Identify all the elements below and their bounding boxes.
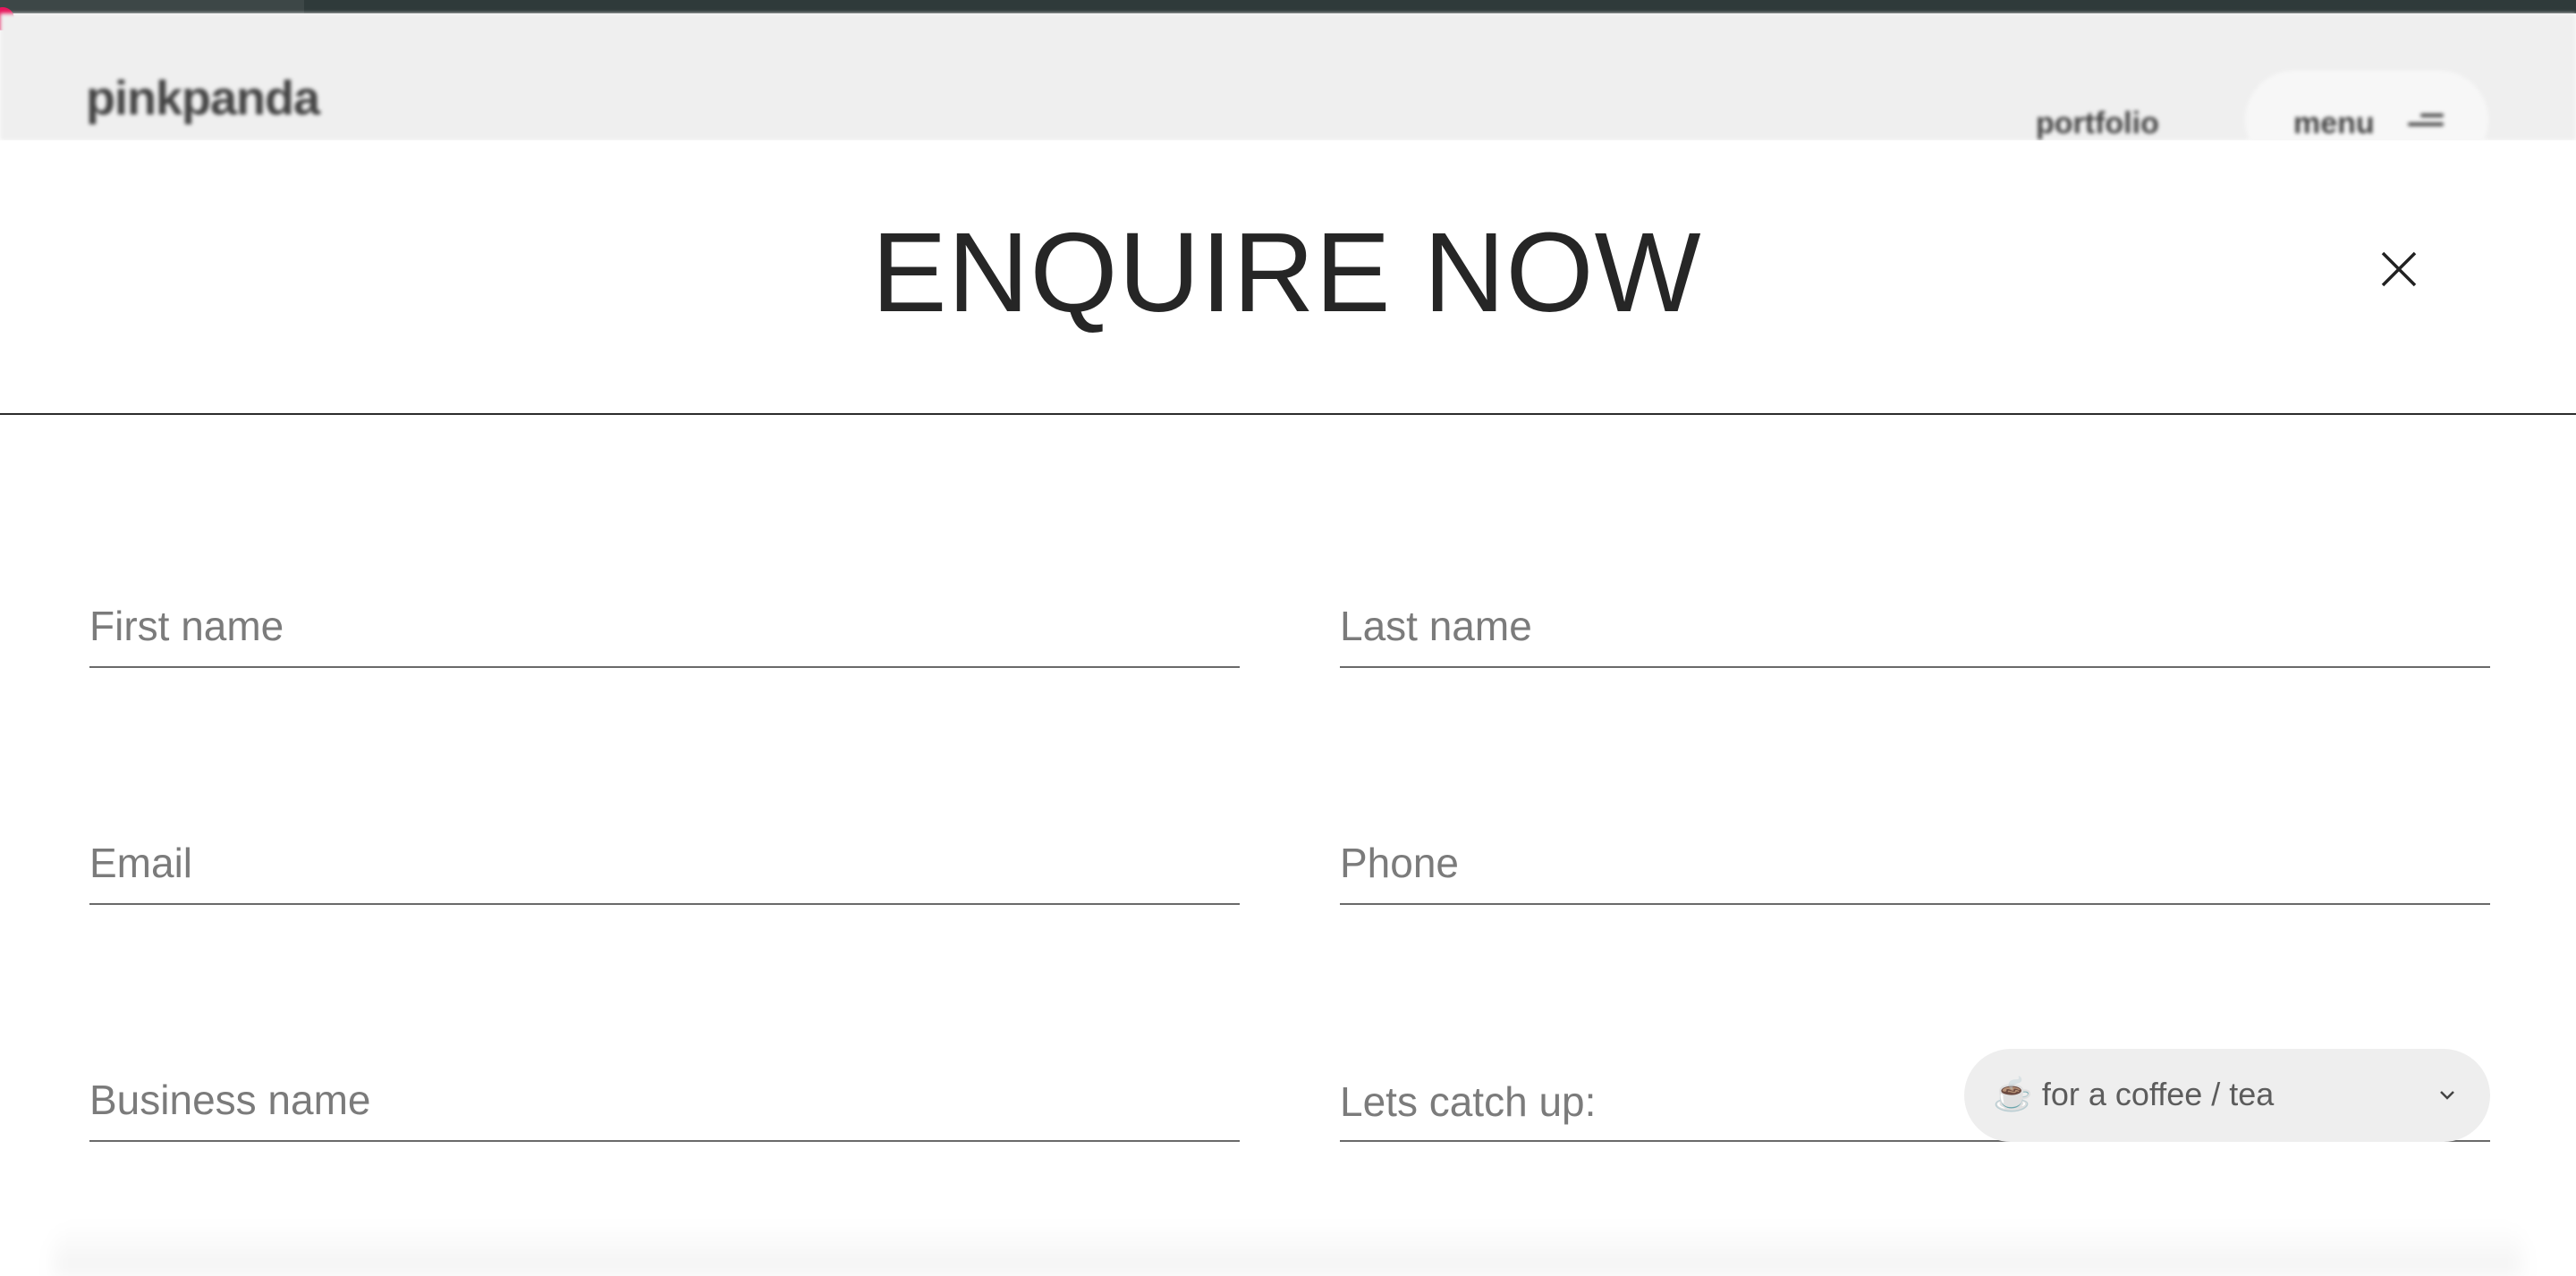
chevron-down-icon (2440, 1091, 2454, 1100)
top-strip (0, 0, 2576, 13)
hamburger-icon (2408, 112, 2444, 133)
modal-title: ENQUIRE NOW (871, 209, 1702, 335)
first-name-input[interactable] (89, 587, 1240, 664)
logo: pinkpanda (86, 72, 320, 125)
catch-up-label: Lets catch up: (1340, 1078, 1597, 1125)
bottom-shadow (54, 1222, 2522, 1276)
business-name-input[interactable] (89, 1061, 1240, 1138)
catch-up-select[interactable]: ☕ for a coffee / tea (1964, 1049, 2490, 1142)
top-strip-bar (304, 0, 2576, 13)
last-name-input[interactable] (1340, 587, 2490, 664)
phone-input[interactable] (1340, 824, 2490, 901)
background-header: pinkpanda portfolio menu (0, 13, 2576, 169)
header-divider (0, 413, 2576, 415)
email-input[interactable] (89, 824, 1240, 901)
nav-link-portfolio: portfolio (2036, 106, 2159, 140)
catch-up-selected-value: ☕ for a coffee / tea (1993, 1076, 2275, 1112)
enquire-modal: ENQUIRE NOW Lets catch up: ☕ for a coffe… (0, 140, 2576, 1276)
first-name-field (89, 587, 1240, 668)
business-name-field (89, 1061, 1240, 1142)
close-icon (2381, 251, 2417, 287)
close-button[interactable] (2370, 241, 2428, 298)
email-field (89, 824, 1240, 905)
menu-label: menu (2293, 106, 2375, 140)
phone-field (1340, 824, 2490, 905)
last-name-field (1340, 587, 2490, 668)
catch-up-field: Lets catch up: ☕ for a coffee / tea (1340, 1049, 2490, 1142)
